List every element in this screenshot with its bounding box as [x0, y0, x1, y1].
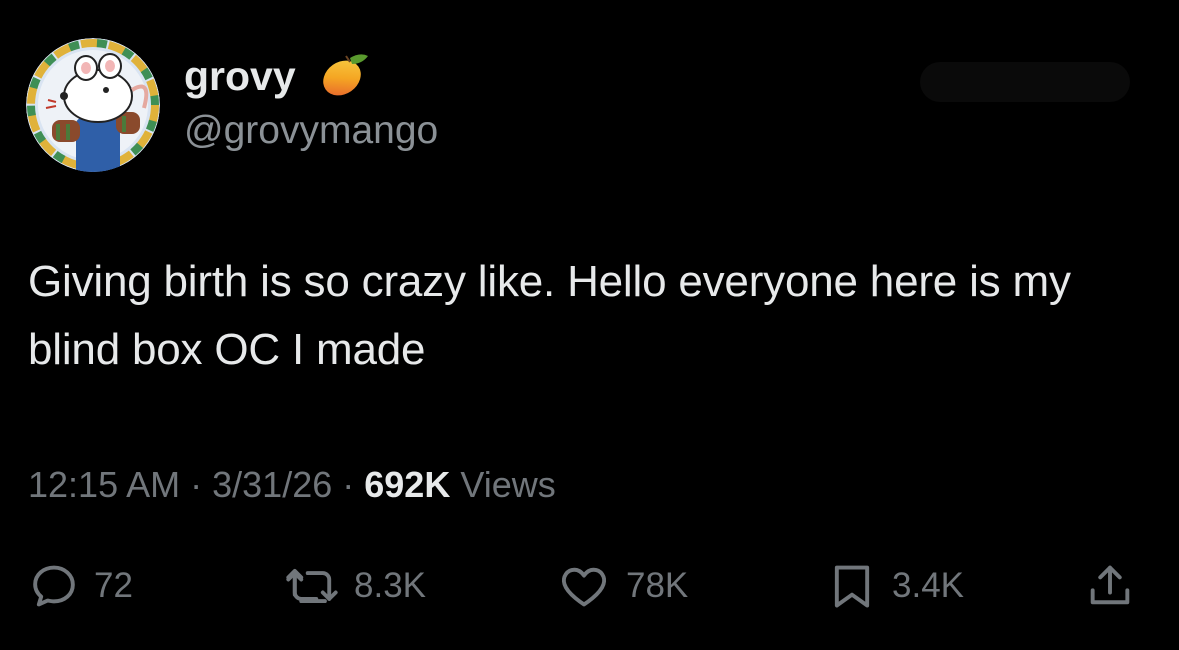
meta-separator: ·	[342, 464, 365, 505]
user-handle[interactable]: @grovymango	[184, 108, 438, 154]
like-count: 78K	[626, 566, 689, 605]
reply-bubble-icon	[33, 565, 75, 607]
user-avatar[interactable]	[26, 38, 160, 172]
tweet-time[interactable]: 12:15 AM	[28, 464, 180, 505]
bookmark-count: 3.4K	[892, 566, 964, 605]
meta-separator: ·	[190, 464, 213, 505]
bookmark-button[interactable]: 3.4K	[826, 560, 964, 612]
heart-icon	[561, 567, 607, 607]
tweet-meta: 12:15 AM · 3/31/26 · 692K Views	[28, 462, 556, 508]
views-count: 692K	[364, 464, 461, 505]
tweet-card: grovy @grovymango Giving birth is so cra…	[0, 0, 1179, 650]
tweet-date[interactable]: 3/31/26	[212, 464, 332, 505]
views-label: Views	[460, 464, 556, 505]
follow-button-ghost[interactable]	[920, 62, 1130, 102]
bookmark-icon	[834, 565, 870, 608]
display-name[interactable]: grovy	[184, 52, 296, 100]
mouse-character-avatar-icon	[26, 38, 160, 172]
share-icon	[1090, 565, 1130, 605]
mango-emoji-icon	[316, 46, 372, 102]
like-button[interactable]: 78K	[556, 560, 688, 612]
retweet-count: 8.3K	[354, 566, 426, 605]
retweet-button[interactable]: 8.3K	[284, 560, 426, 612]
tweet-text: Giving birth is so crazy like. Hello eve…	[28, 257, 1071, 374]
reply-count: 72	[94, 566, 133, 605]
reply-button[interactable]: 72	[28, 560, 133, 612]
retweet-icon	[286, 568, 338, 604]
share-button[interactable]	[1084, 560, 1136, 612]
